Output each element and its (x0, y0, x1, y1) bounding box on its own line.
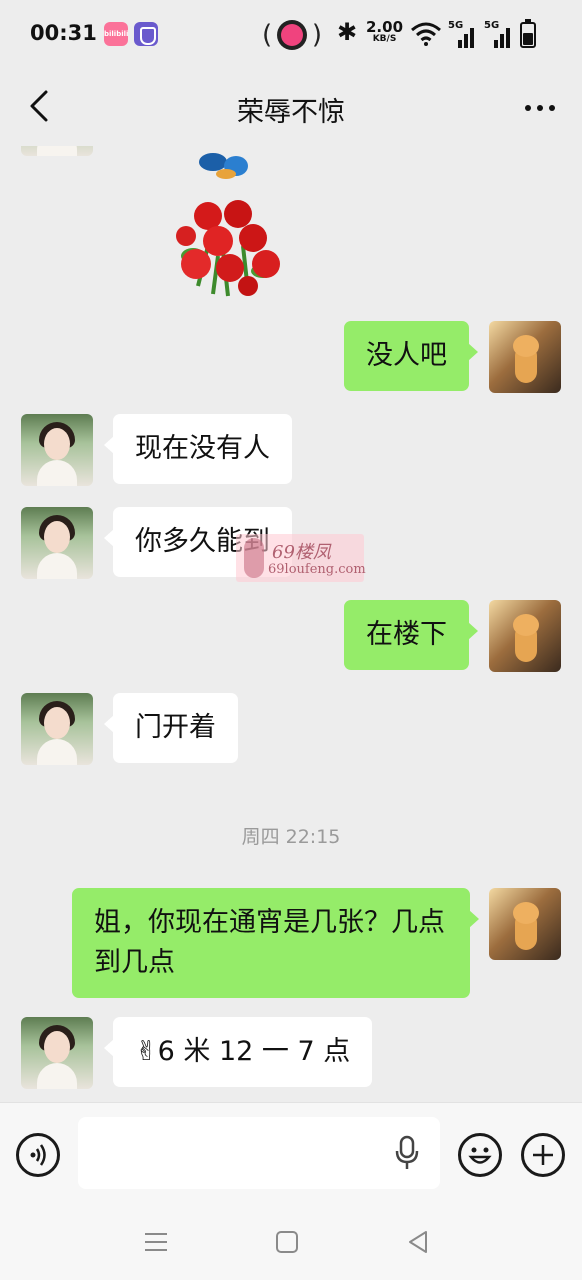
network-speed: 2.00 KB/S (366, 20, 403, 44)
roses-icon (176, 200, 280, 297)
contact-avatar[interactable] (21, 507, 93, 579)
my-avatar[interactable] (489, 888, 561, 960)
input-bar (0, 1102, 582, 1204)
home-square-icon[interactable] (271, 1226, 303, 1258)
contact-avatar[interactable] (21, 1017, 93, 1089)
microphone-icon[interactable] (394, 1135, 420, 1171)
butterfly-icon (199, 153, 248, 179)
watermark-line2: 69loufeng.com (268, 562, 366, 577)
contact-avatar[interactable] (21, 414, 93, 486)
message-list[interactable]: 没人吧 现在没有人 你多久能到 在楼下 门开着 周四 22:15 姐，你现在通宵… (0, 146, 582, 1102)
message-input[interactable] (78, 1117, 440, 1189)
my-avatar[interactable] (489, 600, 561, 672)
plus-icon[interactable] (521, 1133, 565, 1177)
chat-header: 荣辱不惊 (0, 70, 582, 146)
menu-icon[interactable] (140, 1226, 172, 1258)
message-bubble-out[interactable]: 在楼下 (344, 600, 478, 670)
wifi-icon (411, 22, 441, 46)
message-timestamp: 周四 22:15 (241, 826, 341, 848)
voice-icon[interactable] (16, 1133, 60, 1177)
bilibili-icon: bilibili (104, 22, 128, 46)
recording-pill-icon: () (262, 20, 322, 50)
watermark-logo: 69楼凤 69loufeng.com (236, 534, 366, 582)
status-time: 00:31 (30, 21, 97, 45)
net-type-1: 5G (448, 20, 464, 31)
more-dots-icon[interactable] (520, 88, 560, 128)
back-triangle-icon[interactable] (402, 1226, 434, 1258)
signal-icon-2: 5G (484, 20, 514, 48)
rose-sticker[interactable] (168, 146, 288, 306)
signal-icon: 5G (448, 20, 478, 48)
status-bar: 00:31 bilibili () ✱ 2.00 KB/S 5G 5G (0, 0, 582, 70)
shield-app-icon (134, 22, 158, 46)
speed-value: 2.00 (366, 18, 404, 36)
contact-avatar[interactable] (21, 693, 93, 765)
contact-avatar[interactable] (21, 146, 93, 156)
system-nav-bar (0, 1204, 582, 1280)
net-type-2: 5G (484, 20, 500, 31)
bluetooth-icon: ✱ (337, 18, 358, 46)
message-bubble-in[interactable]: 门开着 (104, 693, 238, 763)
watermark-figure-icon (244, 538, 264, 578)
battery-icon (520, 19, 536, 48)
message-bubble-out[interactable]: 姐，你现在通宵是几张？几点到几点 (72, 888, 479, 998)
emoji-icon[interactable] (458, 1133, 502, 1177)
my-avatar[interactable] (489, 321, 561, 393)
speed-unit: KB/S (372, 34, 397, 44)
message-bubble-out[interactable]: 没人吧 (344, 321, 478, 391)
chat-title: 荣辱不惊 (237, 97, 345, 128)
message-bubble-in[interactable]: 现在没有人 (104, 414, 292, 484)
message-bubble-in[interactable]: ✌6 米 12 一 7 点 (103, 1017, 373, 1087)
watermark-line1: 69楼凤 (272, 542, 331, 563)
